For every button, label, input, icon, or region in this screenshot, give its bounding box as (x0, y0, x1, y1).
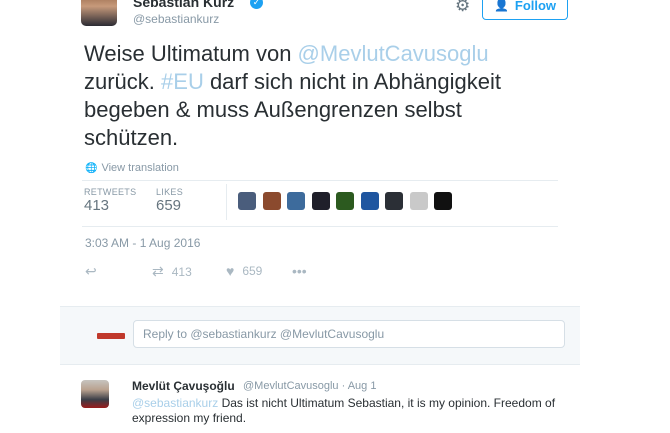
reply-author-name[interactable]: Mevlüt Çavuşoğlu (132, 379, 235, 393)
stats-divider-top (82, 180, 558, 181)
tweet-timestamp[interactable]: 3:03 AM - 1 Aug 2016 (85, 236, 200, 250)
tweet-mention-link[interactable]: @MevlutCavusoglu (298, 41, 489, 66)
reply-action[interactable]: ↩ (85, 263, 97, 280)
tweet-text-part1: Weise Ultimatum von (84, 41, 298, 66)
gear-icon[interactable]: ⚙ (455, 0, 470, 16)
globe-icon: 🌐 (85, 162, 98, 174)
author-avatar[interactable] (81, 0, 117, 26)
reply-author-meta[interactable]: @MevlutCavusoglu · Aug 1 (243, 380, 376, 392)
liker-avatar[interactable] (385, 192, 403, 210)
retweet-action[interactable]: ⇄ 413 (152, 263, 192, 280)
add-user-icon: 👤 (493, 0, 509, 12)
like-action[interactable]: ♥ 659 (226, 263, 262, 279)
retweets-label: RETWEETS (84, 187, 137, 197)
more-icon: ••• (292, 263, 307, 279)
more-action[interactable]: ••• (292, 263, 307, 279)
view-translation-link[interactable]: 🌐 View translation (85, 162, 179, 174)
follow-button[interactable]: 👤 Follow (482, 0, 568, 20)
reply-input[interactable]: Reply to @sebastiankurz @MevlutCavusoglu (133, 320, 565, 348)
liker-avatar[interactable] (287, 192, 305, 210)
retweets-stat[interactable]: RETWEETS 413 (84, 187, 136, 214)
heart-icon: ♥ (226, 263, 235, 279)
retweet-icon: ⇄ (152, 263, 164, 279)
retweets-count: 413 (84, 197, 110, 214)
reply-text: @sebastiankurz Das ist nicht Ultimatum S… (132, 396, 572, 426)
likes-label: LIKES (156, 187, 184, 197)
author-handle[interactable]: @sebastiankurz (133, 12, 219, 26)
tweet-text: Weise Ultimatum von @MevlutCavusoglu zur… (84, 40, 554, 152)
liker-avatar[interactable] (434, 192, 452, 210)
likes-count: 659 (156, 197, 182, 214)
follow-label: Follow (514, 0, 557, 13)
liker-avatar[interactable] (262, 192, 281, 210)
reply-mention-link[interactable]: @sebastiankurz (132, 396, 218, 410)
liker-avatar[interactable] (336, 192, 354, 210)
liker-avatar[interactable] (409, 192, 428, 210)
tweet-text-part2: zurück. (84, 69, 162, 94)
verified-icon: ✓ (250, 0, 263, 9)
reply-divider-bottom (60, 364, 580, 365)
liker-avatar[interactable] (238, 192, 256, 210)
view-translation-label: View translation (101, 162, 179, 174)
stats-divider-bottom (82, 226, 558, 227)
stats-divider-vertical (226, 184, 227, 220)
reply-icon: ↩ (85, 263, 97, 279)
user-avatar (97, 333, 125, 339)
liker-avatar[interactable] (360, 192, 379, 210)
like-count: 659 (242, 264, 263, 278)
liker-avatar[interactable] (311, 192, 330, 210)
retweet-count: 413 (171, 264, 192, 279)
tweet-hashtag-link[interactable]: #EU (161, 69, 204, 94)
author-name[interactable]: Sebastian Kurz (133, 0, 234, 10)
reply-author-avatar[interactable] (81, 380, 109, 408)
likes-stat[interactable]: LIKES 659 (156, 187, 183, 214)
